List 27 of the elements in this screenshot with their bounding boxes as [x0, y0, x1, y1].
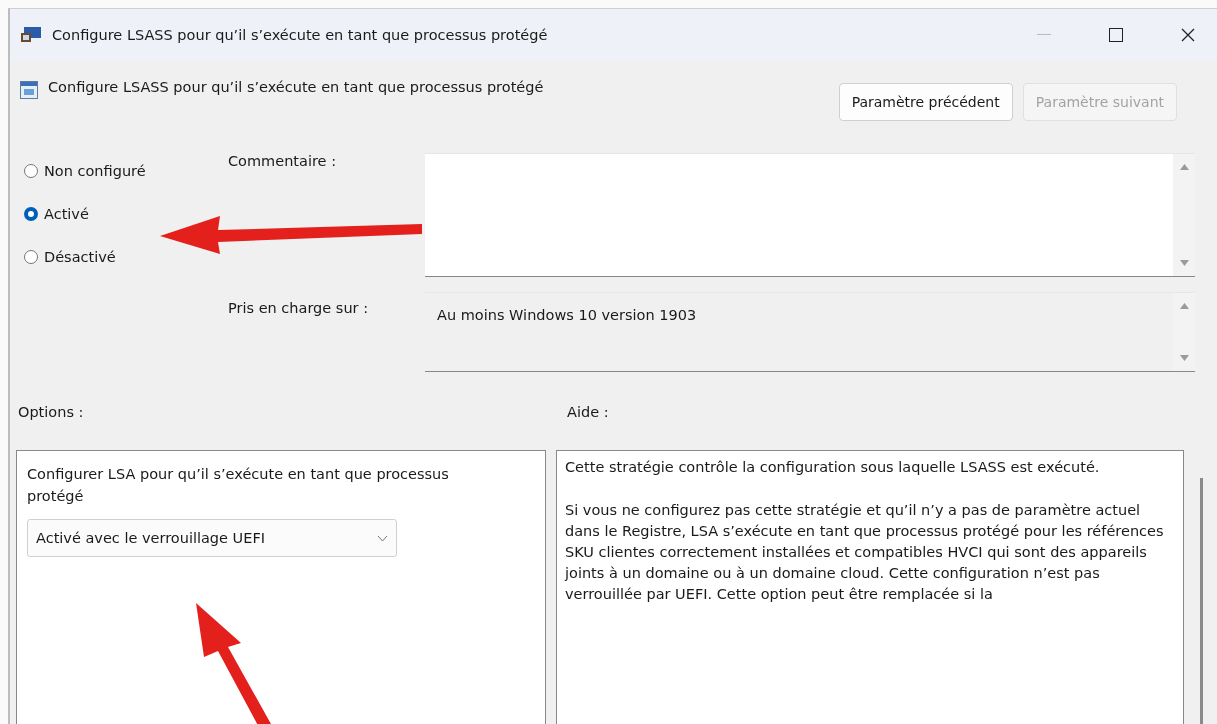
policy-icon — [20, 81, 38, 99]
supported-on-label: Pris en charge sur : — [228, 299, 370, 316]
comment-label: Commentaire : — [228, 153, 337, 169]
help-label: Aide : — [567, 404, 610, 420]
state-radio[interactable]: Désactivé — [24, 249, 228, 265]
scrollbar-thumb[interactable] — [1200, 478, 1203, 724]
help-paragraph: Si vous ne configurez pas cette stratégie et qu’il n’y a pas de paramètre actuel dans le Registre, LSA s’exécute en tant que processus protégé pour les références SKU clientes correctement installées et compatibles HVCI qui sont des appareils joints à un domaine ou à un domaine cloud. Cette configuration n’est pas verrouillée par UEFI. Cette option peut être remplacée si la — [565, 501, 1165, 604]
scroll-up-icon[interactable] — [1179, 164, 1189, 170]
window-title: Configure LSASS pour qu’il s’exécute en tant que processus protégé — [52, 27, 549, 43]
previous-setting-button[interactable]: Paramètre précédent — [838, 83, 1013, 121]
scroll-up-icon[interactable] — [1179, 303, 1189, 309]
state-radio[interactable]: Activé — [24, 206, 228, 222]
option-description: Configurer LSA pour qu’il s’exécute en tant que processus protégé — [27, 465, 450, 506]
state-radio[interactable]: Non configuré — [24, 163, 228, 179]
help-paragraph: Cette stratégie contrôle la configuration sous laquelle LSASS est exécuté. — [565, 458, 1101, 477]
setting-name: Configure LSASS pour qu’il s’exécute en tant que processus protégé — [48, 79, 545, 95]
maximize-icon — [1109, 28, 1123, 42]
computer-icon — [20, 26, 42, 44]
supported-on-text: Au moins Windows 10 version 1903 — [436, 306, 698, 325]
chevron-down-icon — [377, 534, 388, 542]
minimize-icon — [1037, 34, 1051, 36]
scroll-down-icon[interactable] — [1179, 355, 1189, 361]
close-icon — [1181, 28, 1195, 42]
option-dropdown[interactable]: Activé avec le verrouillage UEFI — [27, 519, 397, 557]
options-label: Options : — [18, 404, 85, 420]
comment-field[interactable] — [425, 153, 1195, 277]
scroll-down-icon[interactable] — [1179, 260, 1189, 266]
